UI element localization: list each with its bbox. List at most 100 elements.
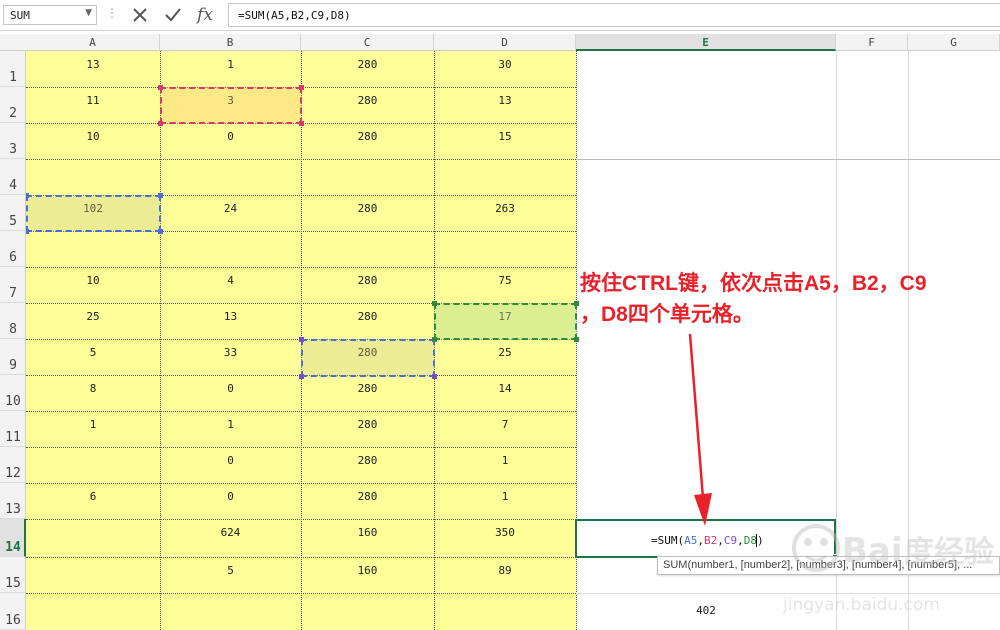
cancel-button[interactable] [127,2,153,28]
cell-a10[interactable]: 8 [26,382,160,395]
formula-part: =SUM( [651,534,685,547]
row-header-6[interactable]: 6 [0,231,26,267]
cell-c12[interactable]: 280 [301,454,434,467]
cell-a8[interactable]: 25 [26,310,160,323]
cell-d11[interactable]: 7 [434,418,576,431]
column-header-c[interactable]: C [301,34,434,51]
formula-part: C9 [723,534,738,547]
cell-b8[interactable]: 13 [160,310,301,323]
cell-c7[interactable]: 280 [301,274,434,287]
ref-box-b2[interactable] [158,85,304,126]
cell-a1[interactable]: 13 [26,58,160,71]
annotation-line-2: ，D8四个单元格。 [580,303,754,326]
cell-c1[interactable]: 280 [301,58,434,71]
formula-input[interactable]: =SUM(A5,B2,C9,D8) [228,3,1000,27]
cell-d12[interactable]: 1 [434,454,576,467]
cell-c14[interactable]: 160 [301,526,434,539]
annotation-line-1: 按住CTRL键，依次点击A5，B2，C9 [580,272,927,295]
cell-a13[interactable]: 6 [26,490,160,503]
row-header-1[interactable]: 1 [0,51,26,87]
row-header-8[interactable]: 8 [0,303,26,339]
close-icon [133,8,147,22]
row-header-15[interactable]: 15 [0,557,26,593]
formula-part: B2 [704,534,718,547]
ref-box-a5[interactable] [24,193,163,234]
row-header-11[interactable]: 11 [0,411,26,447]
cell-c8[interactable]: 280 [301,310,434,323]
cell-d3[interactable]: 15 [434,130,576,143]
cell-d5[interactable]: 263 [434,202,576,215]
cell-b11[interactable]: 1 [160,418,301,431]
cell-a7[interactable]: 10 [26,274,160,287]
svg-text:jingyan.baidu.com: jingyan.baidu.com [782,595,940,615]
row-header-3[interactable]: 3 [0,123,26,159]
formula-bar: SUM ▼ ⋮ fx =SUM(A5,B2,C9,D8) [0,0,1000,31]
formula-part: D8 [743,534,757,547]
red-arrow-icon [688,333,712,526]
cell-d7[interactable]: 75 [434,274,576,287]
ref-box-c9[interactable] [299,337,437,379]
cell-d9[interactable]: 25 [434,346,576,359]
cell-a9[interactable]: 5 [26,346,160,359]
cell-b10[interactable]: 0 [160,382,301,395]
column-header-a[interactable]: A [26,34,160,51]
row-header-9[interactable]: 9 [0,339,26,375]
column-header-b[interactable]: B [160,34,301,51]
more-options-icon[interactable]: ⋮ [106,6,118,20]
cell-a3[interactable]: 10 [26,130,160,143]
insert-function-button[interactable]: fx [192,2,218,28]
row-header-10[interactable]: 10 [0,375,26,411]
cell-d13[interactable]: 1 [434,490,576,503]
cell-c3[interactable]: 280 [301,130,434,143]
formula-part: ) [757,534,764,547]
cell-d14[interactable]: 350 [434,526,576,539]
cell-b7[interactable]: 4 [160,274,301,287]
cell-d1[interactable]: 30 [434,58,576,71]
cell-d10[interactable]: 14 [434,382,576,395]
row-header-4[interactable]: 4 [0,159,26,195]
cell-c2[interactable]: 280 [301,94,434,107]
ref-box-d8[interactable] [432,301,579,342]
formula-part: , [717,534,724,547]
row-header-14[interactable]: 14 [0,519,26,557]
cell-b13[interactable]: 0 [160,490,301,503]
cell-formula: =SUM(A5,B2,C9,D8) [651,534,764,547]
cell-b15[interactable]: 5 [160,564,301,577]
row-header-2[interactable]: 2 [0,87,26,123]
row-header-13[interactable]: 13 [0,483,26,519]
cell-c5[interactable]: 280 [301,202,434,215]
column-headers: ABCDEFG [0,34,1000,51]
cell-d15[interactable]: 89 [434,564,576,577]
row-header-5[interactable]: 5 [0,195,26,231]
cell-c13[interactable]: 280 [301,490,434,503]
cell-d2[interactable]: 13 [434,94,576,107]
row-header-12[interactable]: 12 [0,447,26,483]
annotation-text: 按住CTRL键，依次点击A5，B2，C9 ，D8四个单元格。 [580,268,1000,330]
row-header-16[interactable]: 16 [0,593,26,630]
formula-part: , [737,534,744,547]
cell-a11[interactable]: 1 [26,418,160,431]
cell-b5[interactable]: 24 [160,202,301,215]
name-box-value: SUM [10,9,30,22]
cell-c10[interactable]: 280 [301,382,434,395]
column-header-d[interactable]: D [434,34,576,51]
svg-text:Bai: Bai [842,531,903,571]
column-header-f[interactable]: F [836,34,908,51]
column-header-e[interactable]: E [576,34,836,51]
cell-c11[interactable]: 280 [301,418,434,431]
cell-b1[interactable]: 1 [160,58,301,71]
baidu-jingyan-watermark: Bai 度经验 jingyan.baidu.com [782,524,994,615]
cell-b14[interactable]: 624 [160,526,301,539]
name-box[interactable]: SUM ▼ [3,5,97,25]
cell-b12[interactable]: 0 [160,454,301,467]
check-icon [165,8,181,22]
column-header-g[interactable]: G [908,34,1000,51]
cell-b9[interactable]: 33 [160,346,301,359]
row-header-7[interactable]: 7 [0,267,26,303]
formula-part: , [697,534,704,547]
enter-button[interactable] [160,2,186,28]
cell-a2[interactable]: 11 [26,94,160,107]
cell-b3[interactable]: 0 [160,130,301,143]
cell-c15[interactable]: 160 [301,564,434,577]
chevron-down-icon[interactable]: ▼ [85,8,92,18]
